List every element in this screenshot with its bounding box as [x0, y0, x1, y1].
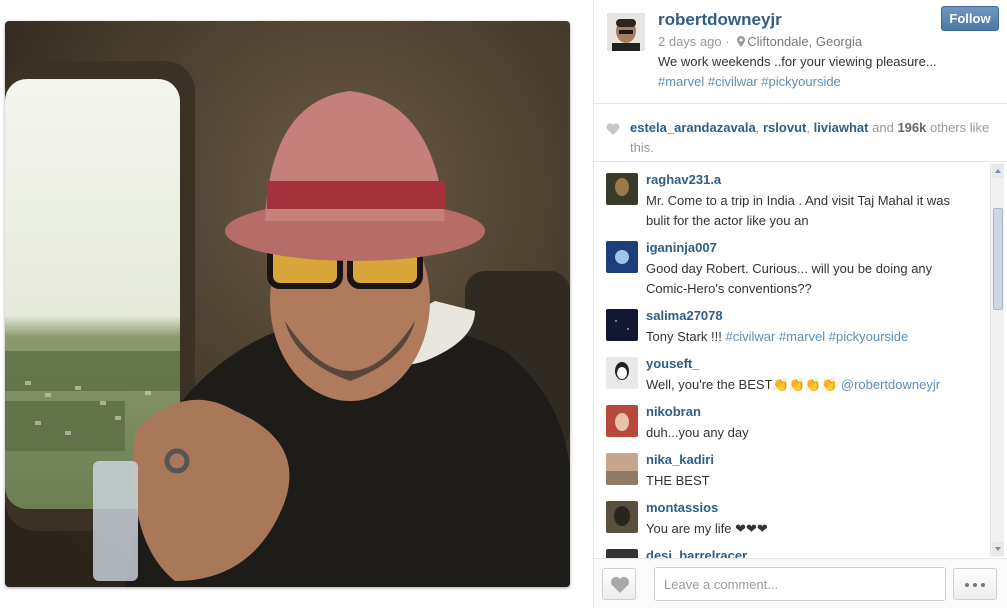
post-meta: 2 days ago · Cliftondale, Georgia [658, 34, 862, 49]
avatar-image [606, 173, 638, 205]
avatar-image [606, 357, 638, 389]
heart-icon [611, 577, 629, 593]
avatar-image [606, 241, 638, 273]
comment-bar [594, 558, 1007, 608]
comment: nika_kadiri THE BEST [594, 442, 989, 490]
more-options-button[interactable] [953, 568, 997, 600]
commenter-avatar[interactable] [606, 173, 638, 205]
post-sidebar: robertdowneyjr 2 days ago · Cliftondale,… [593, 0, 1007, 608]
comment-body: duh...you any day [646, 425, 749, 440]
comment: nikobran duh...you any day [594, 394, 989, 442]
comment: montassios You are my life ❤❤❤ [594, 490, 989, 538]
avatar-image [606, 405, 638, 437]
commenter-avatar[interactable] [606, 357, 638, 389]
photo-image [5, 21, 570, 587]
scroll-down-button[interactable] [992, 542, 1004, 556]
commenter-username[interactable]: desi_barrelracer [646, 548, 747, 558]
commenter-username[interactable]: nikobran [646, 404, 701, 419]
commenter-avatar[interactable] [606, 549, 638, 558]
comment-text: duh...you any day [646, 423, 976, 443]
comment-body: You are my life ❤❤❤ [646, 521, 768, 536]
scroll-up-button[interactable] [992, 164, 1004, 178]
avatar-image [606, 549, 638, 558]
comment-text: THE BEST [646, 471, 976, 491]
commenter-username[interactable]: iganinja007 [646, 240, 717, 255]
comment-hashtags[interactable]: #civilwar #marvel #pickyourside [725, 329, 908, 344]
like-button[interactable] [602, 568, 636, 600]
comment: youseft_ Well, you're the BEST👏👏👏👏 @robe… [594, 346, 989, 394]
comment: iganinja007 Good day Robert. Curious... … [594, 230, 989, 296]
comment-text: Good day Robert. Curious... will you be … [646, 259, 976, 299]
likes-summary: estela_arandazavala, rslovut, liviawhat … [594, 104, 1007, 162]
commenter-avatar[interactable] [606, 501, 638, 533]
commenter-username[interactable]: youseft_ [646, 356, 699, 371]
post-header: robertdowneyjr 2 days ago · Cliftondale,… [594, 0, 1007, 104]
comment: desi_barrelracer [594, 538, 989, 558]
liker-2[interactable]: rslovut [763, 120, 806, 135]
scroll-down-arrow-icon [995, 547, 1001, 551]
commenter-avatar[interactable] [606, 309, 638, 341]
comment: salima27078 Tony Stark !!! #civilwar #ma… [594, 298, 989, 346]
avatar-image [607, 13, 645, 51]
comment-text: Well, you're the BEST👏👏👏👏 @robertdowneyj… [646, 375, 976, 395]
liker-1[interactable]: estela_arandazavala [630, 120, 756, 135]
liker-3[interactable]: liviawhat [814, 120, 869, 135]
follow-button[interactable]: Follow [941, 6, 999, 31]
heart-icon [606, 123, 620, 135]
comment-text: Tony Stark !!! #civilwar #marvel #pickyo… [646, 327, 976, 347]
post-time[interactable]: 2 days ago [658, 34, 722, 49]
commenter-avatar[interactable] [606, 405, 638, 437]
comment-body: Mr. Come to a trip in India . And visit … [646, 193, 950, 228]
post-caption: We work weekends ..for your viewing plea… [658, 54, 937, 69]
location-pin-icon [737, 36, 746, 47]
post-photo[interactable] [5, 21, 570, 587]
comments-scrollbar[interactable] [990, 163, 1004, 557]
commenter-username[interactable]: montassios [646, 500, 718, 515]
scroll-thumb[interactable] [993, 208, 1003, 310]
author-avatar[interactable] [607, 13, 645, 51]
comment-body: Good day Robert. Curious... will you be … [646, 261, 933, 296]
commenter-username[interactable]: nika_kadiri [646, 452, 714, 467]
avatar-image [606, 501, 638, 533]
likes-text: estela_arandazavala, rslovut, liviawhat … [630, 120, 990, 155]
post-hashtags[interactable]: #marvel #civilwar #pickyourside [658, 74, 841, 89]
author-username[interactable]: robertdowneyjr [658, 10, 782, 30]
post-location[interactable]: Cliftondale, Georgia [747, 34, 862, 49]
avatar-image [606, 453, 638, 485]
comment-body: THE BEST [646, 473, 710, 488]
commenter-username[interactable]: raghav231.a [646, 172, 721, 187]
commenter-username[interactable]: salima27078 [646, 308, 723, 323]
commenter-avatar[interactable] [606, 453, 638, 485]
scroll-up-arrow-icon [995, 169, 1001, 173]
likes-and: and [872, 120, 894, 135]
likes-count[interactable]: 196k [897, 120, 926, 135]
comment-input[interactable] [654, 567, 946, 601]
photo-panel [0, 0, 593, 608]
comment-text: Mr. Come to a trip in India . And visit … [646, 191, 976, 231]
comment: raghav231.a Mr. Come to a trip in India … [594, 162, 989, 228]
comment-body: Tony Stark !!! [646, 329, 726, 344]
avatar-image [606, 309, 638, 341]
comment-body: Well, you're the BEST👏👏👏👏 [646, 377, 841, 392]
separator: · [725, 34, 730, 49]
comment-mention[interactable]: @robertdowneyjr [841, 377, 940, 392]
commenter-avatar[interactable] [606, 241, 638, 273]
comment-text: You are my life ❤❤❤ [646, 519, 976, 539]
comments-list: raghav231.a Mr. Come to a trip in India … [594, 162, 1007, 558]
